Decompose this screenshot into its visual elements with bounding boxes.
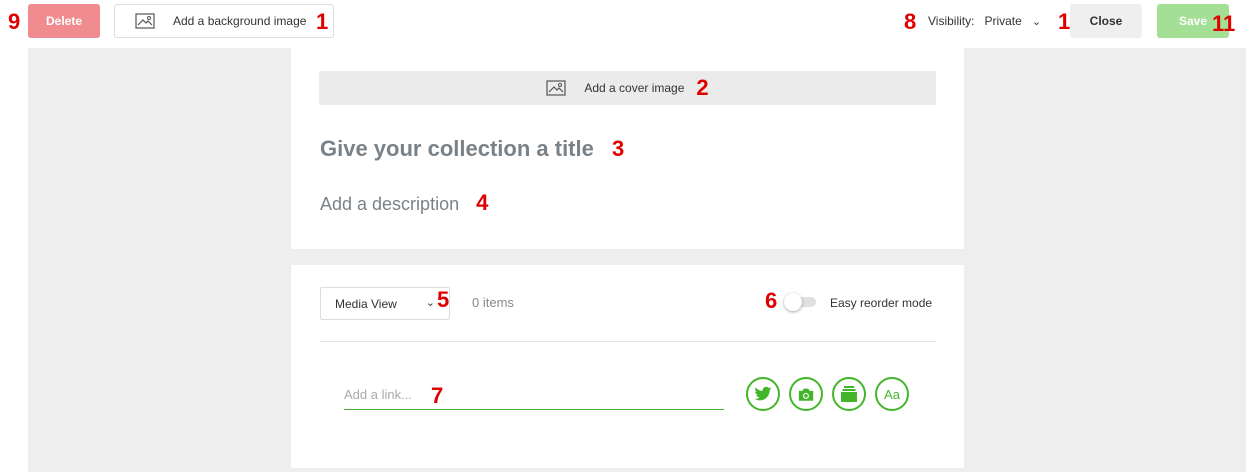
collection-description-input[interactable]: Add a description 4 [320, 192, 488, 215]
add-cover-image-button[interactable]: Add a cover image 2 [319, 71, 936, 105]
toggle-knob [784, 293, 802, 311]
close-button[interactable]: Close [1070, 4, 1142, 38]
divider [320, 341, 936, 342]
marker-5: 5 [437, 287, 450, 312]
collection-items-card: Media View ⌄ 5 0 items 6 Easy reorder mo… [291, 265, 964, 468]
easy-reorder-toggle[interactable] [784, 293, 816, 311]
collection-title-placeholder: Give your collection a title [320, 136, 594, 161]
marker-8: 8 [904, 9, 917, 34]
view-mode-value: Media View [335, 296, 397, 311]
image-icon [546, 80, 566, 96]
collection-title-input[interactable]: Give your collection a title 3 [320, 136, 624, 162]
add-cover-image-label: Add a cover image [584, 81, 685, 95]
view-mode-select[interactable]: Media View ⌄ [320, 287, 450, 320]
add-background-image-button[interactable]: Add a background image [114, 4, 334, 38]
easy-reorder-label: Easy reorder mode [830, 296, 933, 310]
marker-7: 7 [431, 383, 444, 408]
visibility-value: Private [984, 14, 1022, 28]
add-tweet-button[interactable] [746, 377, 780, 411]
stack-icon [841, 386, 857, 402]
collection-description-placeholder: Add a description [320, 194, 460, 214]
collection-header-card: Add a cover image 2 Give your collection… [291, 48, 964, 249]
visibility-label: Visibility: [928, 14, 975, 28]
delete-button[interactable]: Delete [28, 4, 100, 38]
marker-4: 4 [476, 190, 489, 215]
marker-1: 1 [316, 9, 329, 34]
camera-icon [798, 388, 814, 401]
image-icon [135, 13, 155, 29]
add-photo-button[interactable] [789, 377, 823, 411]
add-link-input[interactable] [344, 380, 724, 410]
marker-11: 11 [1212, 11, 1236, 36]
add-background-image-label: Add a background image [173, 14, 307, 28]
chevron-down-icon: ⌄ [1031, 15, 1042, 28]
text-icon: Aa [884, 386, 900, 402]
chevron-down-icon: ⌄ [425, 297, 435, 309]
twitter-icon [754, 386, 772, 401]
visibility-dropdown[interactable]: Visibility: Private ⌄ [928, 14, 1041, 28]
item-count: 0 items [472, 295, 514, 310]
marker-9: 9 [8, 9, 21, 34]
marker-3: 3 [611, 136, 625, 161]
add-text-button[interactable]: Aa [875, 377, 909, 411]
marker-2: 2 [696, 75, 709, 100]
marker-6: 6 [765, 288, 778, 313]
add-stack-button[interactable] [832, 377, 866, 411]
